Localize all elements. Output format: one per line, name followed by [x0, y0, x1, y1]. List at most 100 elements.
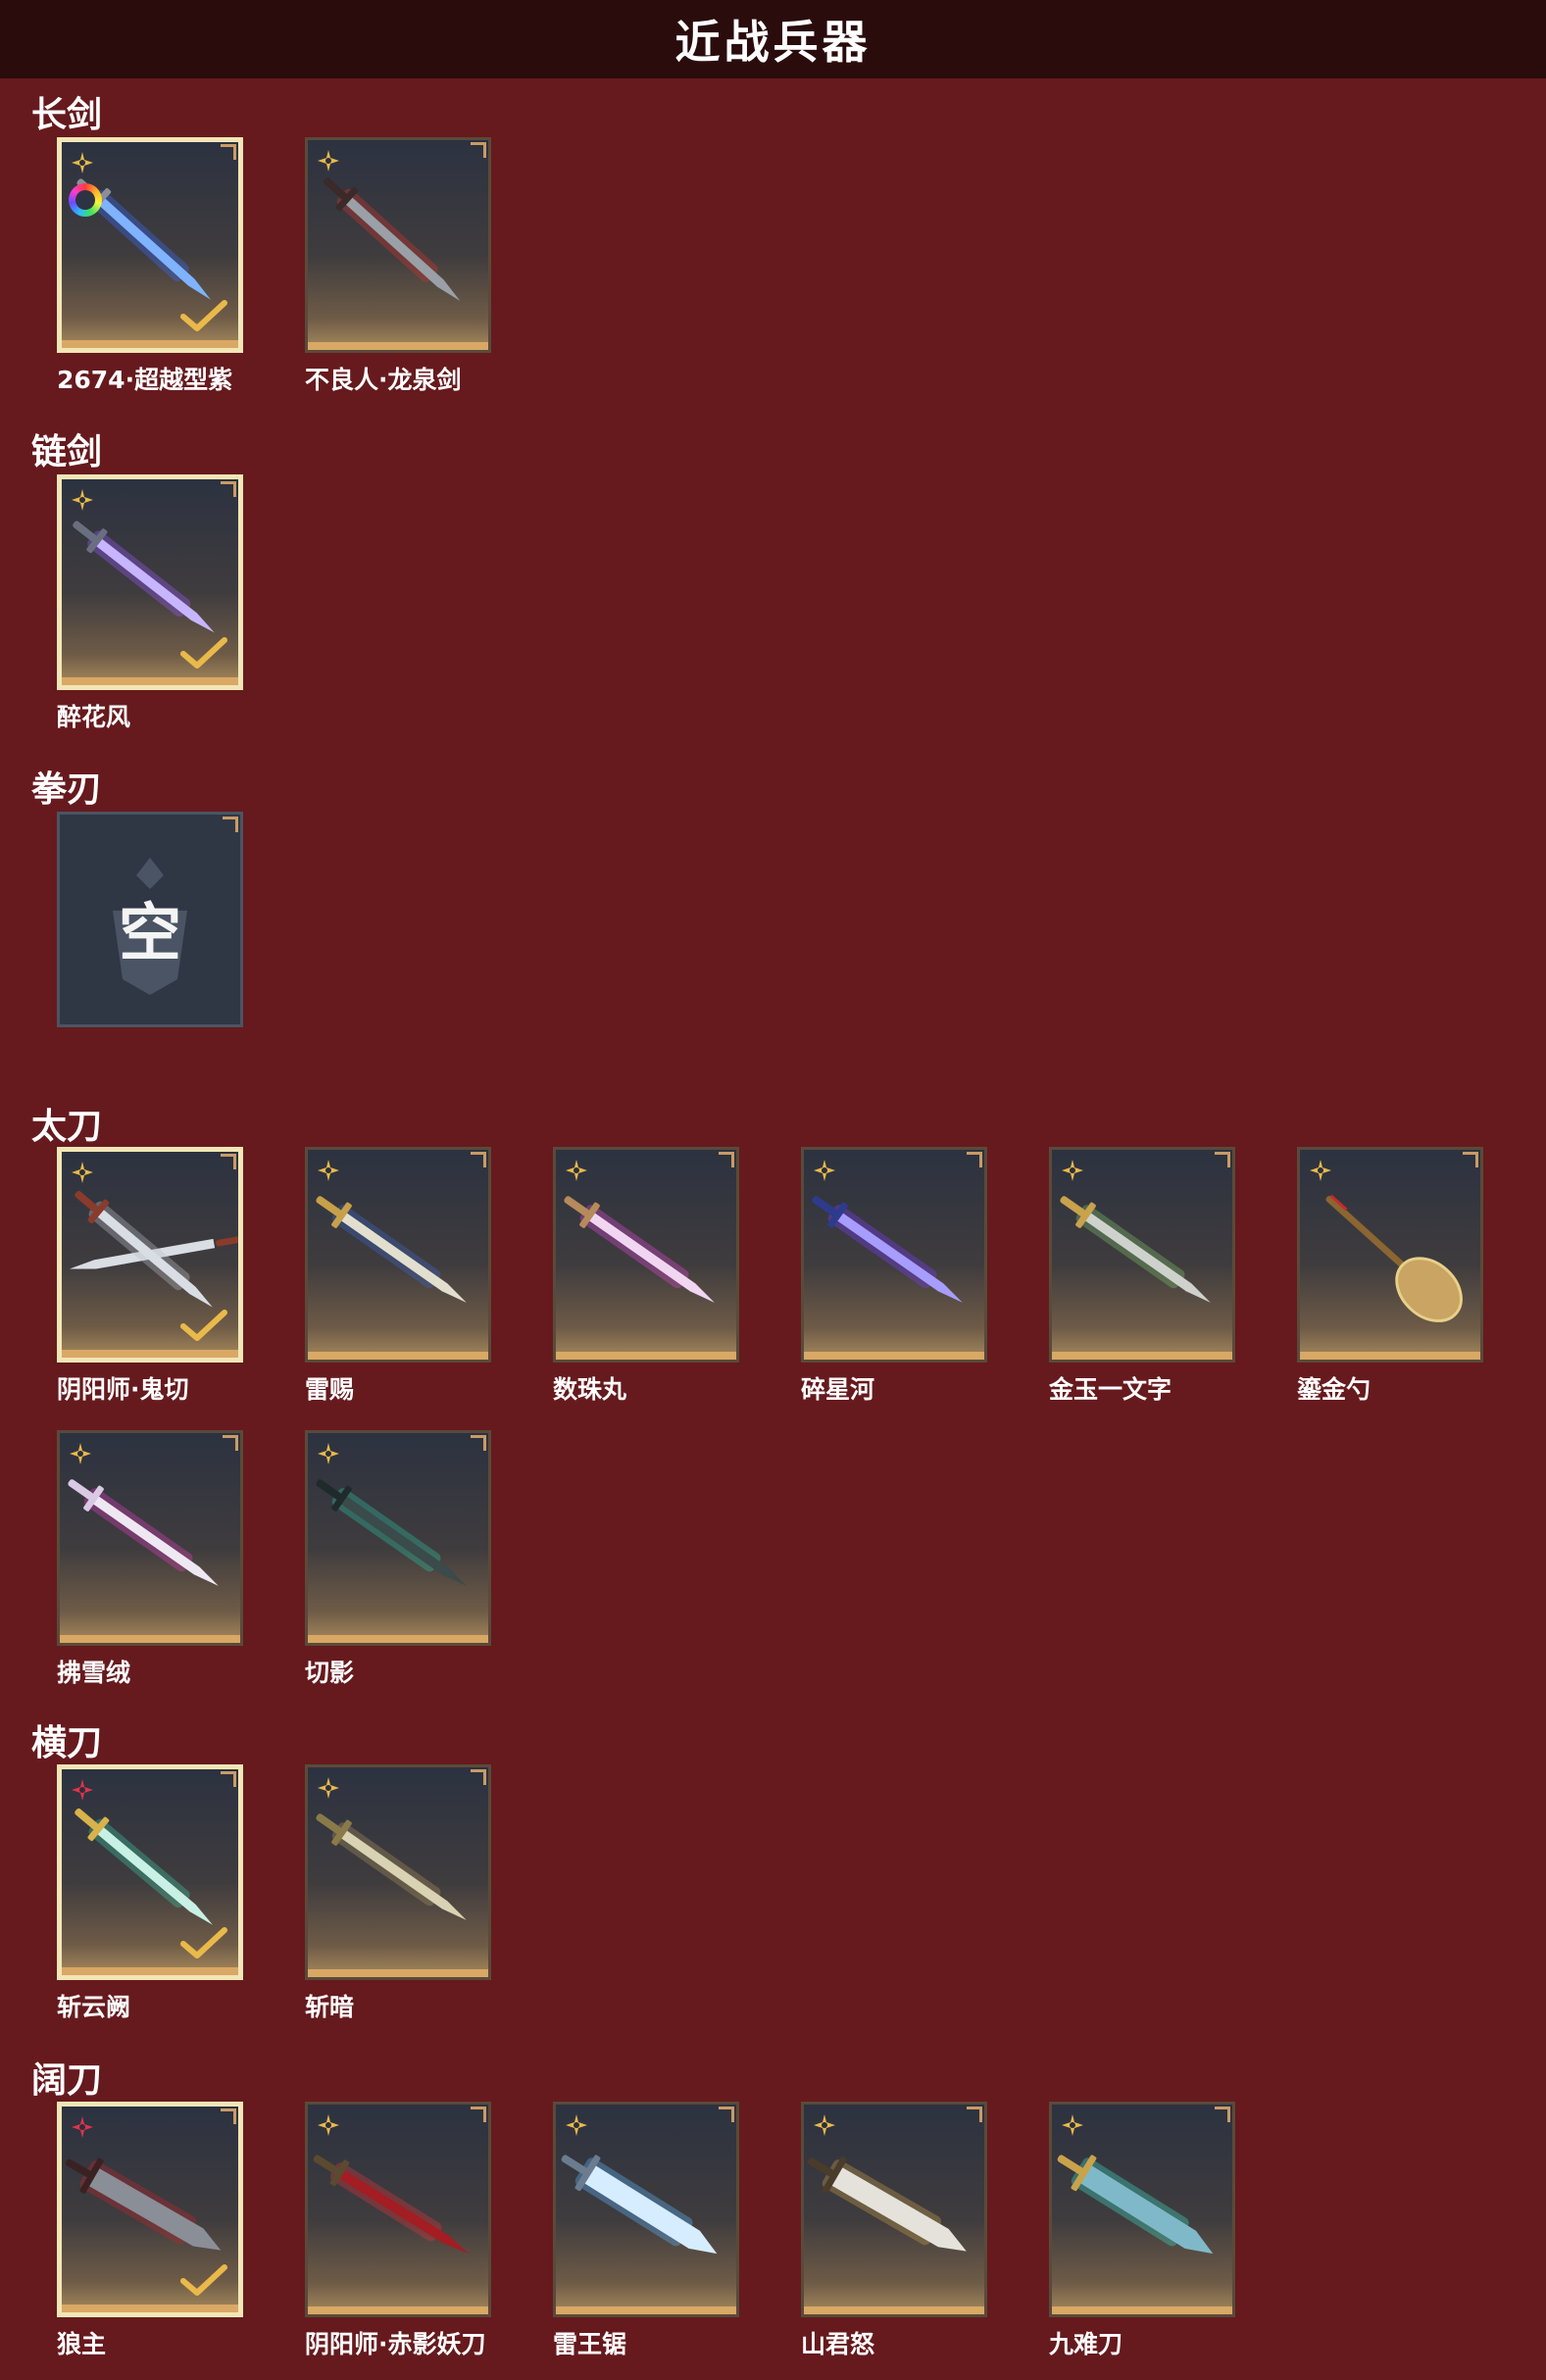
category-heading: 拳刃 [31, 769, 103, 810]
gold-grade-star-icon [318, 1443, 339, 1464]
weapon-name: 狼主 [57, 2330, 107, 2358]
card-corner-tab [471, 1152, 486, 1167]
gold-grade-star-icon [72, 489, 93, 511]
weapon-card[interactable] [801, 2102, 987, 2317]
weapon-item[interactable]: 雷王锯 [553, 2102, 745, 2360]
weapon-name: 斩云阙 [57, 1993, 131, 2021]
equipped-check-icon [180, 300, 227, 331]
weapon-item[interactable]: 雷赐 [305, 1147, 497, 1406]
rainbow-ring-icon [69, 183, 102, 217]
gold-grade-star-icon [814, 1160, 835, 1181]
page-header: 近战兵器 [0, 0, 1546, 78]
gold-grade-star-icon [1062, 2114, 1083, 2136]
weapon-card[interactable] [57, 1430, 243, 1646]
gold-grade-star-icon [814, 2114, 835, 2136]
weapon-item[interactable]: 数珠丸 [553, 1147, 745, 1406]
weapon-item[interactable]: 斩云阙 [57, 1764, 249, 2023]
card-corner-tab [967, 1152, 982, 1167]
weapon-name: 醉花风 [57, 703, 131, 731]
weapon-card[interactable] [305, 137, 491, 353]
card-corner-tab [1463, 1152, 1478, 1167]
weapon-name: 雷赐 [305, 1375, 355, 1404]
gold-grade-star-icon [318, 1777, 339, 1799]
weapon-item[interactable]: 不良人·龙泉剑 [305, 137, 497, 396]
weapon-name: 雷王锯 [553, 2330, 627, 2358]
weapon-card[interactable] [57, 1147, 243, 1363]
weapon-name: 切影 [305, 1659, 355, 1687]
weapon-item[interactable]: 醉花风 [57, 474, 249, 733]
category-heading: 阔刀 [31, 2060, 103, 2101]
gold-grade-star-icon [566, 2114, 587, 2136]
weapon-name: 2674·超越型紫 [57, 366, 233, 394]
weapon-name: 鎏金勺 [1297, 1375, 1371, 1404]
card-corner-tab [471, 1769, 486, 1785]
red-grade-star-icon [72, 2116, 93, 2138]
gold-grade-star-icon [70, 1443, 91, 1464]
weapon-item[interactable]: 碎星河 [801, 1147, 993, 1406]
weapon-card[interactable] [801, 1147, 987, 1363]
category-heading: 横刀 [31, 1723, 103, 1763]
weapon-name: 不良人·龙泉剑 [305, 366, 462, 394]
weapon-card[interactable] [1049, 2102, 1235, 2317]
weapon-card[interactable] [57, 137, 243, 353]
weapon-card[interactable] [553, 2102, 739, 2317]
equipped-check-icon [180, 1927, 227, 1959]
category-heading: 链剑 [31, 432, 103, 472]
weapon-item[interactable]: 山君怒 [801, 2102, 993, 2360]
weapon-name: 九难刀 [1049, 2330, 1123, 2358]
weapon-item[interactable]: 斩暗 [305, 1764, 497, 2023]
weapon-item[interactable]: 切影 [305, 1430, 497, 1689]
equipped-check-icon [180, 1310, 227, 1341]
weapon-name: 数珠丸 [553, 1375, 627, 1404]
card-corner-tab [471, 142, 486, 158]
gold-grade-star-icon [318, 2114, 339, 2136]
weapon-card[interactable] [305, 1764, 491, 1980]
card-corner-tab [471, 2107, 486, 2122]
card-corner-tab [221, 481, 236, 497]
weapon-card[interactable] [553, 1147, 739, 1363]
weapon-item[interactable]: 阴阳师·赤影妖刀 [305, 2102, 497, 2360]
gold-grade-star-icon [1062, 1160, 1083, 1181]
card-corner-tab [1215, 1152, 1230, 1167]
weapon-item[interactable]: 2674·超越型紫 [57, 137, 249, 396]
weapon-card[interactable] [57, 2102, 243, 2317]
weapon-item[interactable]: 九难刀 [1049, 2102, 1241, 2360]
gold-grade-star-icon [318, 1160, 339, 1181]
weapon-item[interactable]: 阴阳师·鬼切 [57, 1147, 249, 1406]
red-grade-star-icon [72, 1779, 93, 1801]
weapon-name: 拂雪绒 [57, 1659, 131, 1687]
category-heading: 长剑 [31, 95, 103, 135]
card-corner-tab [221, 144, 236, 160]
weapon-card[interactable] [305, 1430, 491, 1646]
empty-weapon-slot[interactable]: 空 [57, 812, 243, 1027]
weapon-item[interactable]: 金玉一文字 [1049, 1147, 1241, 1406]
category-heading: 太刀 [31, 1107, 103, 1147]
card-corner-tab [471, 1435, 486, 1451]
weapon-item[interactable]: 鎏金勺 [1297, 1147, 1489, 1406]
card-corner-tab [221, 2108, 236, 2124]
weapon-card[interactable] [57, 474, 243, 690]
weapon-card[interactable] [305, 2102, 491, 2317]
card-corner-tab [719, 1152, 734, 1167]
weapon-card[interactable] [57, 1764, 243, 1980]
weapon-item[interactable]: 拂雪绒 [57, 1430, 249, 1689]
weapon-name: 金玉一文字 [1049, 1375, 1172, 1404]
card-corner-tab [967, 2107, 982, 2122]
card-corner-tab [221, 1771, 236, 1787]
weapon-name: 山君怒 [801, 2330, 875, 2358]
gold-grade-star-icon [72, 152, 93, 174]
weapon-item[interactable]: 狼主 [57, 2102, 249, 2360]
weapon-name: 碎星河 [801, 1375, 875, 1404]
card-corner-tab [223, 817, 238, 832]
weapon-card[interactable] [1297, 1147, 1483, 1363]
equipped-check-icon [180, 637, 227, 669]
gold-grade-star-icon [318, 150, 339, 172]
weapon-name: 斩暗 [305, 1993, 355, 2021]
card-corner-tab [719, 2107, 734, 2122]
weapon-item[interactable]: 空 [57, 812, 249, 1035]
empty-slot-label: 空 [119, 898, 181, 970]
card-corner-tab [221, 1154, 236, 1169]
weapon-card[interactable] [305, 1147, 491, 1363]
weapon-card[interactable] [1049, 1147, 1235, 1363]
equipped-check-icon [180, 2264, 227, 2296]
